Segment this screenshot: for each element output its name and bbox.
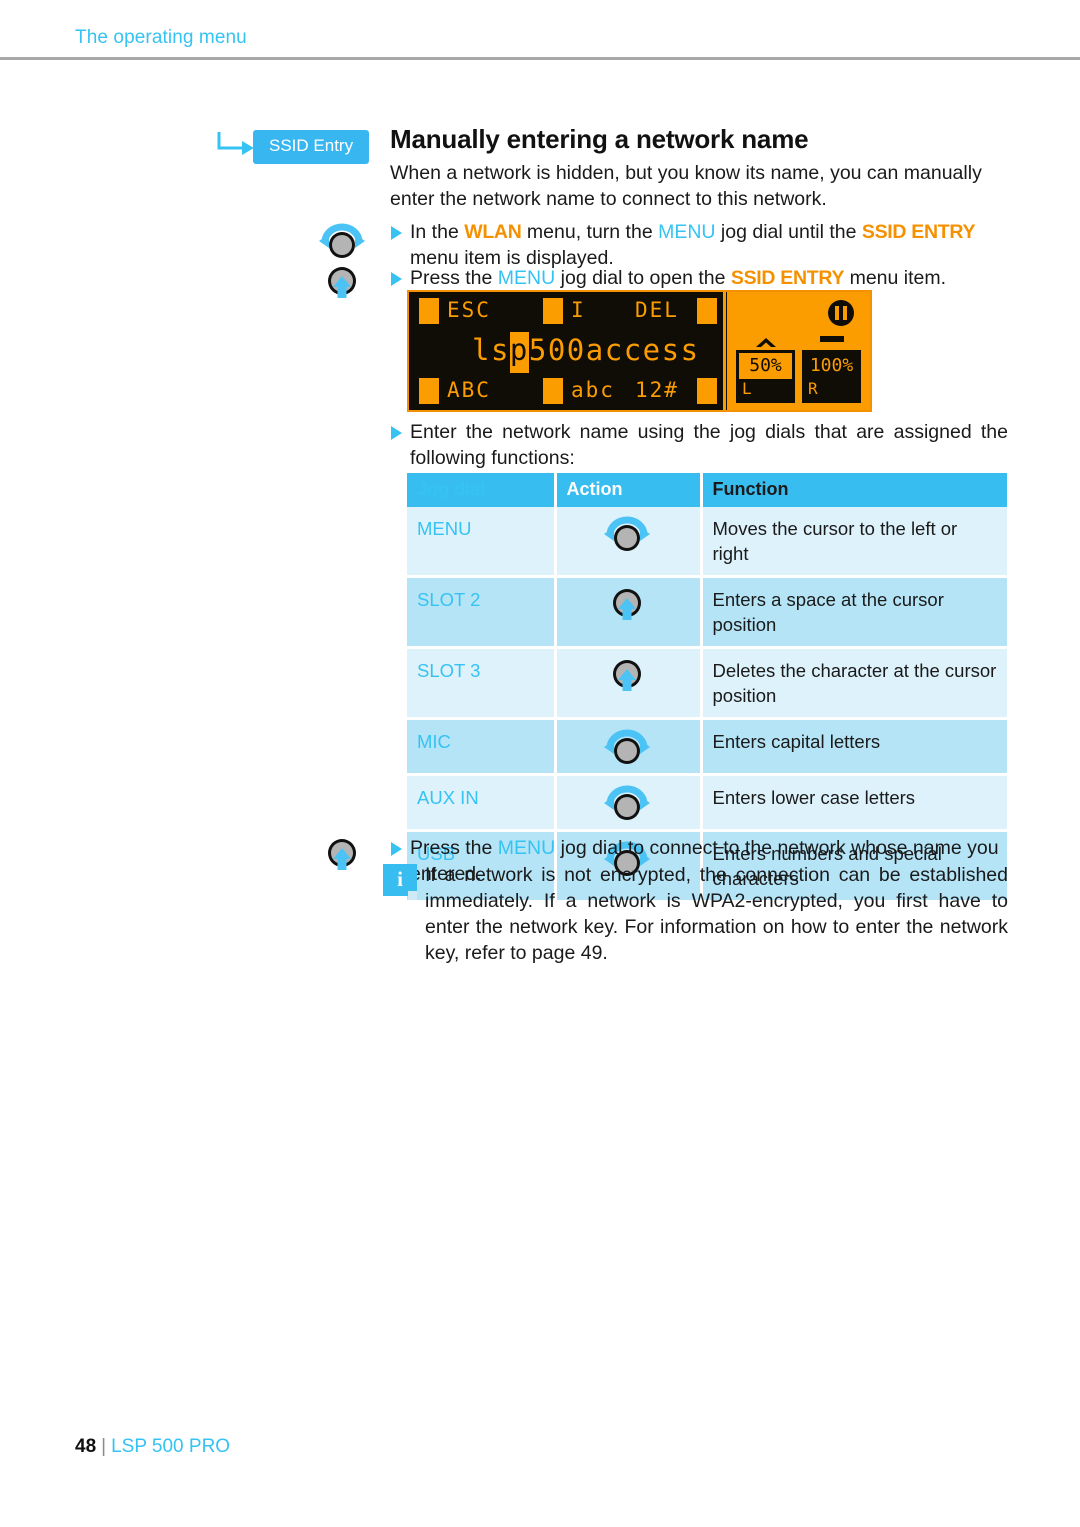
footer-separator: | [101, 1436, 107, 1457]
lcd-softkey-marker [419, 298, 439, 324]
table-cell-action [555, 647, 703, 720]
table-cell-action [555, 507, 703, 578]
lcd-label-del: DEL [635, 298, 679, 322]
lcd-ssid-text: lsp500access [472, 332, 700, 373]
table-cell-jog-dial: MENU [407, 507, 557, 578]
manual-page: The operating menu SSID Entry Manually e… [0, 0, 1080, 1527]
lcd-softkey-marker [697, 378, 717, 404]
bullet-triangle-icon [391, 842, 402, 856]
lcd-panel-divider [723, 292, 726, 410]
table-header-function: Function [701, 473, 1007, 507]
footer-page-number: 48 [75, 1436, 97, 1457]
ssid-entry-badge[interactable]: SSID Entry [253, 130, 370, 164]
step-press-text: Press the MENU jog dial to open the SSID… [410, 267, 947, 289]
bullet-triangle-icon [391, 226, 402, 240]
jog-dial-press-icon [328, 839, 356, 870]
table-intro-text: Enter the network name using the jog dia… [410, 421, 1008, 469]
table-row: SLOT 3 Deletes the character at the curs… [407, 647, 1007, 720]
jog-dial-rotate-icon [603, 516, 650, 551]
meter-peak-caret-icon [756, 338, 776, 347]
table-cell-function: Enters lower case letters [701, 774, 1007, 832]
table-header-action: Action [555, 473, 703, 507]
lcd-meter-left: 50% L [736, 350, 795, 403]
table-cell-function: Enters capital letters [701, 718, 1007, 776]
table-cell-jog-dial: SLOT 3 [407, 647, 557, 720]
bullet-triangle-icon [391, 426, 402, 440]
lcd-meter-right-channel: R [808, 379, 818, 398]
header-divider [0, 57, 1080, 60]
lcd-ssid-cursor-char: p [509, 332, 529, 373]
table-cell-function: Enters a space at the cursor position [701, 576, 1007, 649]
note-text: If a network is not encrypted, the conne… [425, 864, 1008, 964]
table-cell-function: Deletes the character at the cursor posi… [701, 647, 1007, 720]
lcd-right-panel: 50% L 100% R [727, 292, 870, 410]
lcd-meter-right: 100% R [802, 350, 861, 403]
jog-dial-rotate-icon [603, 729, 650, 764]
table-row: MIC Enters capital letters [407, 718, 1007, 776]
table-cell-function: Moves the cursor to the left or right [701, 507, 1007, 578]
table-header-jog-dial: Jog dial [407, 473, 557, 507]
lcd-label-i: I [571, 298, 586, 322]
table-cell-action [555, 774, 703, 832]
lcd-softkey-marker [543, 378, 563, 404]
lcd-label-abc-lower: abc [571, 378, 615, 402]
jog-dial-press-icon [612, 660, 641, 691]
pause-icon [828, 300, 854, 326]
lcd-ssid-after: 500access [528, 333, 700, 367]
lcd-softkey-marker [697, 298, 717, 324]
lcd-meter-right-value: 100% [809, 355, 854, 376]
jog-dial-rotate-icon [603, 785, 650, 820]
table-cell-jog-dial: AUX IN [407, 774, 557, 832]
table-cell-jog-dial: SLOT 2 [407, 576, 557, 649]
jog-dial-press-icon [328, 267, 356, 298]
lcd-meter-left-value: 50% [749, 355, 782, 376]
lcd-label-esc: ESC [447, 298, 491, 322]
page-footer: 48 | LSP 500 PRO [75, 1436, 230, 1458]
table-row: AUX IN Enters lower case letters [407, 774, 1007, 832]
device-lcd-screenshot: ESC I DEL lsp500access ABC abc 12# 50% L… [407, 290, 872, 412]
meter-peak-bar-icon [820, 336, 844, 342]
table-row: MENU Moves the cursor to the left or rig… [407, 507, 1007, 578]
intro-paragraph: When a network is hidden, but you know i… [390, 162, 982, 210]
table-header-row: Jog dial Action Function [407, 473, 1007, 507]
lcd-label-numeric: 12# [635, 378, 679, 402]
step-wlan-text: In the WLAN menu, turn the MENU jog dial… [410, 221, 976, 269]
jog-dial-press-icon [612, 589, 641, 620]
lcd-label-abc-upper: ABC [447, 378, 491, 402]
lcd-softkey-marker [543, 298, 563, 324]
table-row: SLOT 2 Enters a space at the cursor posi… [407, 576, 1007, 649]
bullet-triangle-icon [391, 272, 402, 286]
table-cell-action [555, 576, 703, 649]
table-cell-action [555, 718, 703, 776]
elbow-arrow-icon [217, 132, 254, 155]
jog-dial-rotate-icon [319, 223, 365, 258]
table-cell-jog-dial: MIC [407, 718, 557, 776]
lcd-left-panel: ESC I DEL lsp500access ABC abc 12# [409, 292, 725, 410]
footer-product-name: LSP 500 PRO [111, 1436, 231, 1457]
info-icon: i [383, 864, 417, 900]
lcd-meter-left-channel: L [739, 379, 792, 400]
page-title: Manually entering a network name [390, 124, 809, 154]
running-head: The operating menu [0, 0, 1080, 60]
lcd-ssid-before: ls [472, 333, 510, 367]
running-head-text: The operating menu [75, 27, 247, 48]
lcd-softkey-marker [419, 378, 439, 404]
